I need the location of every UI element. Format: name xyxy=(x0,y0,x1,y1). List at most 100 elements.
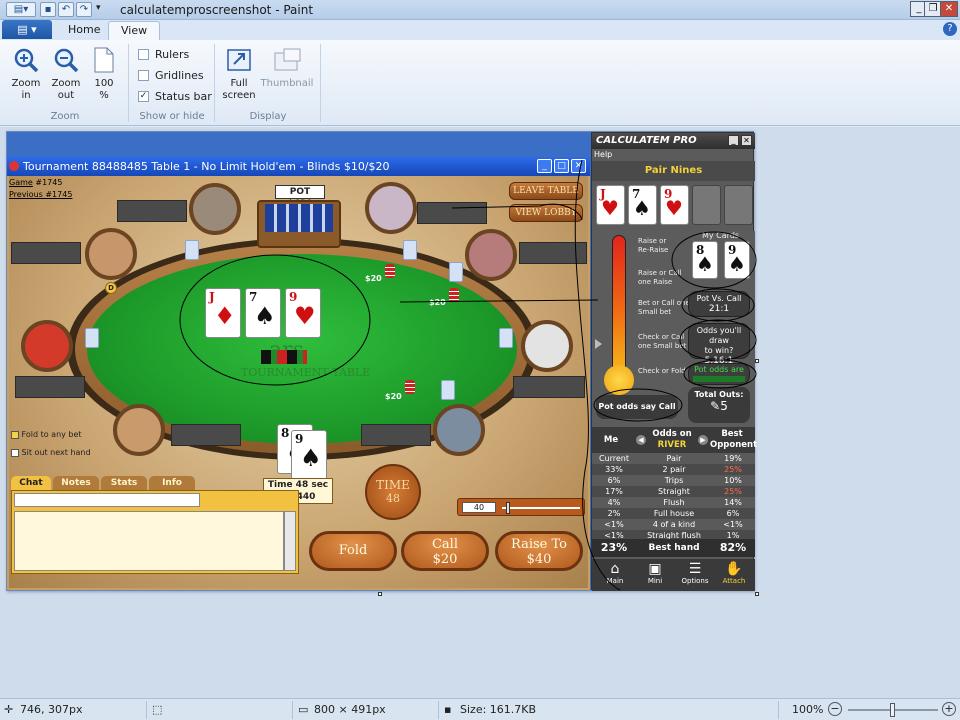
player-avatar[interactable] xyxy=(465,229,517,281)
file-size: Size: 161.7KB xyxy=(460,703,537,716)
group-display-label: Display xyxy=(249,111,287,122)
chat-scrollbar[interactable] xyxy=(284,511,296,571)
nav-main[interactable]: ⌂ Main xyxy=(598,561,632,585)
player-avatar[interactable] xyxy=(365,182,417,234)
status-separator xyxy=(146,701,147,719)
calc-help-menu[interactable]: Help xyxy=(594,150,612,159)
zoom-in-small-icon[interactable]: + xyxy=(942,702,956,716)
game-label[interactable]: Game #1745 xyxy=(9,178,62,187)
full-screen-button[interactable]: Full screen xyxy=(220,46,258,102)
raise-button[interactable]: Raise To $40 xyxy=(495,531,583,571)
player-avatar[interactable] xyxy=(433,404,485,456)
chat-tabs: Chat Notes Stats Info xyxy=(11,476,297,490)
fold-any-bet-row[interactable]: Fold to any bet xyxy=(11,430,82,439)
paint-menu-icon[interactable]: ▤▾ xyxy=(6,2,36,17)
fold-any-bet-checkbox[interactable] xyxy=(11,430,19,439)
bet-amount-input[interactable]: 40 xyxy=(462,502,496,513)
tab-home[interactable]: Home xyxy=(56,21,112,40)
player-avatar[interactable] xyxy=(21,320,73,372)
seat-nameplate xyxy=(11,242,81,264)
face-down-card xyxy=(185,240,199,260)
status-separator xyxy=(778,701,779,719)
tab-info[interactable]: Info xyxy=(149,476,195,490)
poker-minimize-button[interactable]: _ xyxy=(537,159,552,173)
nav-mini[interactable]: ▣ Mini xyxy=(638,561,672,585)
leave-table-button[interactable]: LEAVE TABLE xyxy=(509,182,583,200)
view-lobby-button[interactable]: VIEW LOBBY xyxy=(509,204,583,222)
chip-stack xyxy=(385,264,395,278)
opponent-odds: 25% xyxy=(724,465,742,474)
odds-table-header: Me ◀ Odds on RIVER ▶ Best Opponent xyxy=(592,427,757,453)
tab-view[interactable]: View xyxy=(108,21,161,40)
pot-vs-call-label: Pot Vs. Call xyxy=(696,294,742,303)
calc-nav: ⌂ Main ▣ Mini ☰ Options ✋ Attach xyxy=(592,559,755,591)
resize-handle-bottom[interactable] xyxy=(378,592,382,596)
pot-odds-green-bar xyxy=(693,376,745,382)
table-background: Game #1745 Previous #1745 ars TOURNAMENT… xyxy=(9,176,588,588)
my-card-1: 8 ♠ xyxy=(692,241,718,279)
call-button[interactable]: Call $20 xyxy=(401,531,489,571)
zoom-out-button[interactable]: Zoom out xyxy=(46,46,86,102)
sit-out-checkbox[interactable] xyxy=(11,448,19,457)
pot-vs-call-value: 21:1 xyxy=(708,304,730,314)
me-odds: 6% xyxy=(607,476,621,485)
player-avatar[interactable] xyxy=(113,404,165,456)
player-avatar[interactable] xyxy=(85,228,137,280)
statusbar-checkbox[interactable]: ✓ xyxy=(138,91,149,102)
street-prev-icon[interactable]: ◀ xyxy=(636,435,646,445)
pot-odds-text: Pot odds are xyxy=(694,365,744,374)
poker-title: Tournament 88488485 Table 1 - No Limit H… xyxy=(23,160,390,173)
opponent-total: 82% xyxy=(719,541,747,554)
redo-icon[interactable]: ↷ xyxy=(76,2,92,17)
close-button[interactable]: ✕ xyxy=(940,1,958,17)
actual-size-label-2: % xyxy=(99,90,109,101)
fold-button[interactable]: Fold xyxy=(309,531,397,571)
fold-any-bet-label: Fold to any bet xyxy=(21,430,82,439)
tab-stats[interactable]: Stats xyxy=(101,476,147,490)
bet-slider-track[interactable] xyxy=(502,507,580,509)
paint-menu-button[interactable]: ▤ ▾ xyxy=(2,20,52,39)
zoom-in-button[interactable]: Zoom in xyxy=(6,46,46,102)
pot-vs-call-box: Pot Vs. Call 21:1 xyxy=(688,291,750,317)
dealer-button: D xyxy=(105,282,117,294)
zoom-out-icon[interactable]: − xyxy=(828,702,842,716)
calc-close-button[interactable]: ✕ xyxy=(741,135,752,146)
player-avatar[interactable] xyxy=(189,183,241,235)
my-cards-label: My Cards xyxy=(702,231,740,240)
zoom-slider-handle[interactable] xyxy=(890,703,895,717)
advice-raise-call: Raise or Call one Raise xyxy=(638,269,682,286)
options-icon: ☰ xyxy=(688,561,702,577)
undo-icon[interactable]: ↶ xyxy=(58,2,74,17)
poker-maximize-button[interactable]: □ xyxy=(554,159,569,173)
calc-board-card-1: J ♥ xyxy=(596,185,625,225)
save-icon[interactable]: ▪ xyxy=(40,2,56,17)
thumbnail-label: Thumbnail xyxy=(260,78,314,89)
help-icon[interactable]: ? xyxy=(943,22,957,36)
bet-slider-handle[interactable] xyxy=(506,502,510,514)
calc-minimize-button[interactable]: _ xyxy=(728,135,739,146)
quick-access-dropdown-icon[interactable]: ▾ xyxy=(96,3,101,13)
street-next-icon[interactable]: ▶ xyxy=(698,435,708,445)
raise-amount: $40 xyxy=(526,552,552,567)
rulers-checkbox[interactable] xyxy=(138,49,149,60)
resize-handle-corner[interactable] xyxy=(755,592,759,596)
sit-out-row[interactable]: Sit out next hand xyxy=(11,448,91,457)
previous-game-link[interactable]: Previous #1745 xyxy=(9,190,72,199)
nav-options[interactable]: ☰ Options xyxy=(676,561,714,585)
nav-attach[interactable]: ✋ Attach xyxy=(716,561,752,585)
pokerstars-icon xyxy=(9,161,19,171)
chat-log[interactable] xyxy=(14,511,284,571)
sit-out-label: Sit out next hand xyxy=(21,448,91,457)
call-label: Call xyxy=(431,537,458,552)
resize-handle-right[interactable] xyxy=(755,359,759,363)
chat-input[interactable] xyxy=(14,493,200,507)
disk-icon: ▪ xyxy=(444,703,452,716)
poker-close-button[interactable]: ✕ xyxy=(571,159,586,173)
tab-notes[interactable]: Notes xyxy=(53,476,99,490)
gridlines-checkbox[interactable] xyxy=(138,70,149,81)
thumbnail-button[interactable]: Thumbnail xyxy=(258,46,316,90)
player-avatar[interactable] xyxy=(521,320,573,372)
tab-chat[interactable]: Chat xyxy=(11,476,51,490)
actual-size-button[interactable]: 100 % xyxy=(86,46,122,102)
mini-window-icon: ▣ xyxy=(648,561,662,577)
